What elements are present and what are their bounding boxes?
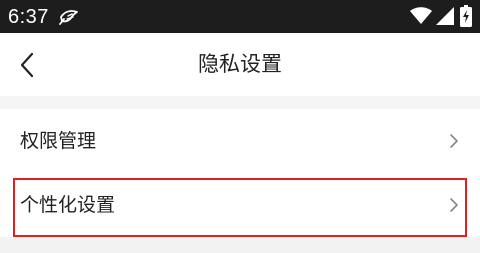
chevron-left-icon bbox=[20, 52, 34, 78]
header: 隐私设置 bbox=[0, 33, 480, 96]
back-button[interactable] bbox=[12, 48, 46, 82]
list-item-personalization-settings[interactable]: 个性化设置 bbox=[0, 173, 480, 237]
status-time: 6:37 bbox=[8, 6, 49, 28]
list-item-label: 权限管理 bbox=[20, 130, 97, 152]
settings-list: 权限管理 个性化设置 bbox=[0, 109, 480, 237]
status-bar: 6:37 bbox=[0, 0, 480, 33]
battery-charging-icon bbox=[460, 5, 472, 27]
bottom-strip bbox=[0, 237, 480, 253]
page-title: 隐私设置 bbox=[198, 52, 282, 76]
wifi-icon bbox=[410, 7, 432, 25]
cell-signal-icon bbox=[436, 7, 454, 25]
feather-notification-icon bbox=[59, 7, 81, 27]
list-item-permission-management[interactable]: 权限管理 bbox=[0, 109, 480, 173]
list-item-label: 个性化设置 bbox=[20, 194, 116, 216]
chevron-right-icon bbox=[450, 134, 458, 148]
chevron-right-icon bbox=[450, 198, 458, 212]
